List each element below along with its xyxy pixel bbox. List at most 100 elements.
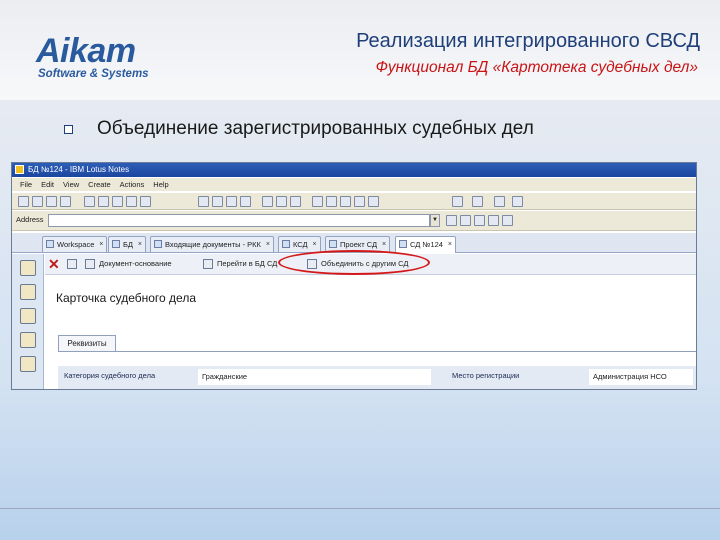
address-label: Address bbox=[16, 215, 44, 224]
document-icon bbox=[329, 240, 337, 248]
document-icon[interactable] bbox=[98, 196, 109, 207]
menu-bar: File Edit View Create Actions Help bbox=[12, 178, 696, 191]
database-icon bbox=[154, 240, 162, 248]
tab-ksd[interactable]: КСД × bbox=[278, 236, 321, 252]
address-input[interactable] bbox=[48, 214, 430, 227]
table-icon[interactable] bbox=[354, 196, 365, 207]
main-toolbar bbox=[12, 192, 696, 210]
search-icon[interactable] bbox=[312, 196, 323, 207]
tab-workspace[interactable]: Workspace × bbox=[42, 236, 108, 252]
footer-divider bbox=[0, 508, 720, 509]
subtab-divider bbox=[58, 351, 696, 352]
tab-label: КСД bbox=[293, 240, 308, 249]
notes-window-screenshot: БД №124 - IBM Lotus Notes File Edit View… bbox=[11, 162, 697, 390]
close-icon[interactable]: × bbox=[382, 237, 386, 252]
open-db-icon[interactable] bbox=[203, 259, 213, 269]
menu-actions[interactable]: Actions bbox=[120, 180, 145, 189]
logo-name: Aikam bbox=[36, 32, 136, 70]
card-title: Карточка судебного дела bbox=[56, 291, 197, 305]
bold-icon[interactable] bbox=[262, 196, 273, 207]
close-icon[interactable]: × bbox=[99, 237, 103, 252]
tab-label: Workspace bbox=[57, 240, 95, 249]
attach-icon[interactable] bbox=[340, 196, 351, 207]
tab-bd[interactable]: БД × bbox=[108, 236, 147, 252]
person-icon[interactable] bbox=[85, 259, 95, 269]
field-value-registration-place[interactable]: Администрация НСО bbox=[589, 369, 693, 385]
tab-incoming-documents[interactable]: Входящие документы - РКК × bbox=[150, 236, 274, 252]
paste-icon[interactable] bbox=[226, 196, 237, 207]
menu-file[interactable]: File bbox=[20, 180, 32, 189]
address-bar: Address ▼ bbox=[12, 211, 696, 231]
forward-icon[interactable] bbox=[126, 196, 137, 207]
action-go-to-bd-sd[interactable]: Перейти в БД СД bbox=[217, 259, 277, 269]
binoculars-icon[interactable] bbox=[452, 196, 463, 207]
bookmark-sidebar bbox=[12, 254, 44, 389]
tab-label: Проект СД bbox=[340, 240, 378, 249]
edit-document-icon[interactable] bbox=[67, 259, 77, 269]
tab-label: БД bbox=[123, 240, 134, 249]
highlight-circle bbox=[278, 250, 430, 275]
close-document-icon[interactable]: ✕ bbox=[48, 256, 60, 272]
bullet-text: Объединение зарегистрированных судебных … bbox=[97, 118, 534, 139]
open-icon[interactable] bbox=[18, 196, 29, 207]
italic-icon[interactable] bbox=[276, 196, 287, 207]
copy-icon[interactable] bbox=[212, 196, 223, 207]
back-icon[interactable] bbox=[446, 215, 457, 226]
home-bookmark-icon[interactable] bbox=[20, 260, 36, 276]
tab-label: СД №124 bbox=[410, 240, 443, 249]
refresh-icon[interactable] bbox=[140, 196, 151, 207]
menu-view[interactable]: View bbox=[63, 180, 79, 189]
print-icon[interactable] bbox=[112, 196, 123, 207]
underline-icon[interactable] bbox=[290, 196, 301, 207]
nav-search-icon[interactable] bbox=[502, 215, 513, 226]
action-base-document[interactable]: Документ-основание bbox=[99, 259, 172, 269]
window-title: БД №124 - IBM Lotus Notes bbox=[28, 165, 130, 174]
edit-icon[interactable] bbox=[84, 196, 95, 207]
menu-edit[interactable]: Edit bbox=[41, 180, 54, 189]
mail-bookmark-icon[interactable] bbox=[20, 284, 36, 300]
close-icon[interactable]: × bbox=[313, 237, 317, 252]
clipboard-icon[interactable] bbox=[240, 196, 251, 207]
stop-icon[interactable] bbox=[474, 215, 485, 226]
window-titlebar: БД №124 - IBM Lotus Notes bbox=[12, 163, 696, 177]
cut-icon[interactable] bbox=[198, 196, 209, 207]
fields-row: Категория судебного дела Гражданские Мес… bbox=[58, 366, 696, 389]
calendar-bookmark-icon[interactable] bbox=[20, 308, 36, 324]
menu-help[interactable]: Help bbox=[153, 180, 168, 189]
slide-subtitle: Функционал БД «Картотека судебных дел» bbox=[375, 59, 698, 76]
sort-icon[interactable] bbox=[494, 196, 505, 207]
workspace-icon bbox=[46, 240, 54, 248]
database-icon bbox=[112, 240, 120, 248]
reload-icon[interactable] bbox=[488, 215, 499, 226]
document-icon bbox=[399, 240, 407, 248]
database-icon bbox=[282, 240, 290, 248]
logo-tagline: Software & Systems bbox=[38, 68, 149, 80]
close-icon[interactable]: × bbox=[448, 237, 452, 252]
bullet-item: Объединение зарегистрированных судебных … bbox=[64, 117, 534, 141]
link-icon[interactable] bbox=[326, 196, 337, 207]
field-value-category[interactable]: Гражданские bbox=[198, 369, 431, 385]
menu-create[interactable]: Create bbox=[88, 180, 111, 189]
close-icon[interactable]: × bbox=[138, 237, 142, 252]
tab-label: Входящие документы - РКК bbox=[165, 240, 261, 249]
image-icon[interactable] bbox=[368, 196, 379, 207]
home-icon[interactable] bbox=[32, 196, 43, 207]
mail-icon[interactable] bbox=[60, 196, 71, 207]
slide-title: Реализация интегрированного СВСД bbox=[356, 30, 700, 52]
square-bullet-icon bbox=[64, 124, 73, 134]
subtab-requisites[interactable]: Реквизиты bbox=[58, 335, 116, 352]
contacts-bookmark-icon[interactable] bbox=[20, 332, 36, 348]
help-icon[interactable] bbox=[512, 196, 523, 207]
aikam-logo: Aikam Software & Systems bbox=[36, 34, 166, 84]
tab-sd-124[interactable]: СД №124 × bbox=[395, 236, 456, 253]
document-content: Карточка судебного дела Реквизиты Катего… bbox=[45, 276, 696, 389]
field-label-category: Категория судебного дела bbox=[64, 371, 156, 380]
folder-icon[interactable] bbox=[46, 196, 57, 207]
todo-bookmark-icon[interactable] bbox=[20, 356, 36, 372]
close-icon[interactable]: × bbox=[266, 237, 270, 252]
lotus-notes-icon bbox=[15, 165, 24, 174]
zoom-icon[interactable] bbox=[472, 196, 483, 207]
forward-nav-icon[interactable] bbox=[460, 215, 471, 226]
field-label-registration-place: Место регистрации bbox=[452, 371, 520, 380]
address-dropdown-icon[interactable]: ▼ bbox=[430, 214, 440, 227]
